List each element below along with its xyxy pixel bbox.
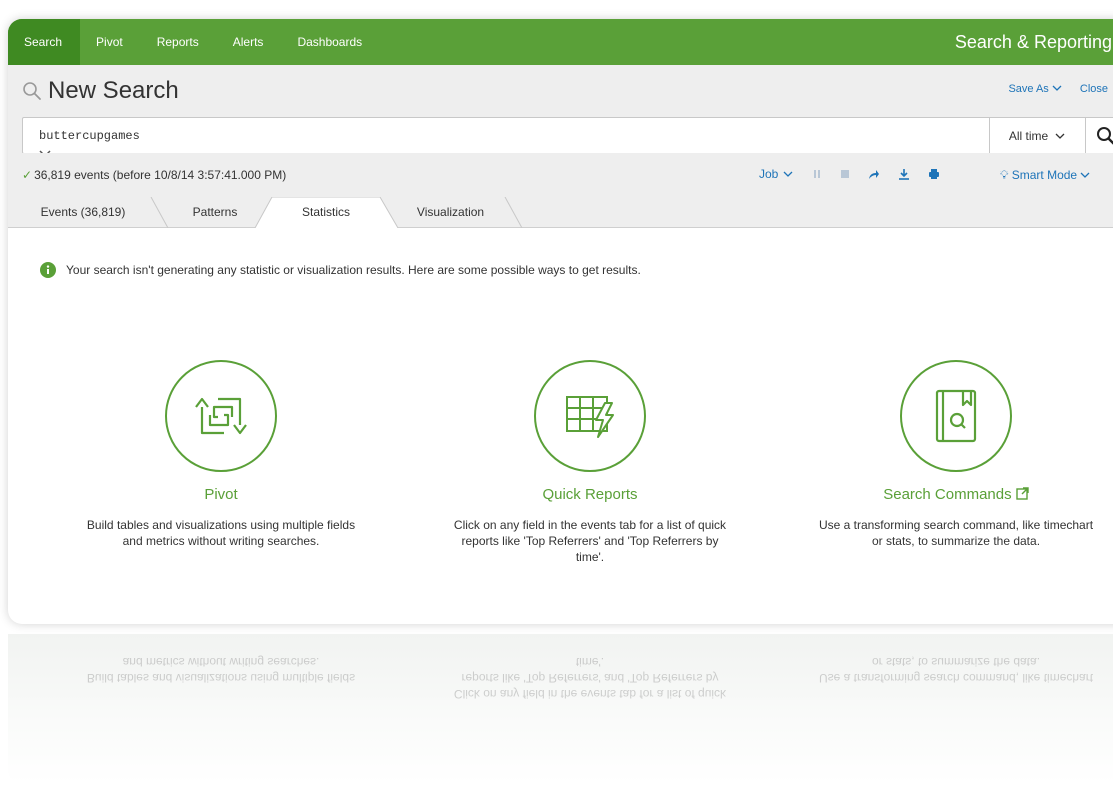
pivot-option: Pivot Build tables and visualizations us… <box>81 359 361 549</box>
nav-search[interactable]: Search <box>8 19 81 65</box>
job-menu-button[interactable]: Job <box>759 167 794 181</box>
export-button[interactable] <box>898 168 910 180</box>
chevron-down-icon <box>1052 85 1062 91</box>
nav-reports[interactable]: Reports <box>141 19 217 65</box>
nav-dashboards[interactable]: Dashboards <box>281 19 380 65</box>
pivot-description: Build tables and visualizations using mu… <box>86 518 356 548</box>
search-input[interactable] <box>23 118 1015 153</box>
time-range-picker[interactable]: All time <box>989 118 1085 153</box>
job-toolbar: Job <box>759 167 940 181</box>
search-icon <box>1097 126 1113 145</box>
search-mode-label: Smart Mode <box>1011 168 1078 182</box>
pause-button[interactable] <box>812 169 822 179</box>
search-button[interactable] <box>1085 118 1113 153</box>
share-icon <box>869 170 880 179</box>
save-as-button[interactable]: Save As <box>1008 83 1062 95</box>
search-commands-label: Search Commands <box>883 486 1012 503</box>
job-label: Job <box>759 167 779 181</box>
tab-statistics[interactable]: Statistics <box>270 197 382 227</box>
search-commands-option: Search Commands Use a transforming searc… <box>816 359 1096 549</box>
pivot-link[interactable]: Pivot <box>81 486 361 503</box>
search-commands-link[interactable]: Search Commands <box>816 486 1096 503</box>
event-count-text: 36,819 events (before 10/8/14 3:57:41.00… <box>34 168 287 182</box>
window-reflection: Build tables and visualizations using mu… <box>8 634 1113 784</box>
chevron-down-icon <box>783 171 793 177</box>
share-button[interactable] <box>868 168 880 180</box>
magnifier-icon <box>23 82 41 100</box>
pause-icon <box>814 170 821 178</box>
search-header: New Search Save As Close All time <box>8 65 1113 154</box>
results-tabs: Events (36,819) Patterns Statistics Visu… <box>8 197 1113 228</box>
pivot-icon[interactable] <box>164 359 278 473</box>
quick-reports-link[interactable]: Quick Reports <box>450 486 730 503</box>
quick-reports-option: Quick Reports Click on any field in the … <box>450 359 730 565</box>
pivot-description-reflection: Build tables and visualizations using mu… <box>86 655 356 685</box>
external-link-icon <box>1016 487 1029 500</box>
tab-visualization[interactable]: Visualization <box>388 197 513 227</box>
nav-pivot[interactable]: Pivot <box>80 19 141 65</box>
search-commands-description-reflection: Use a transforming search command, like … <box>818 655 1094 685</box>
time-range-label: All time <box>1008 128 1049 143</box>
quick-reports-description-reflection: Click on any field in the events tab for… <box>453 655 727 701</box>
search-commands-description: Use a transforming search command, like … <box>818 518 1094 548</box>
print-button[interactable] <box>928 168 940 180</box>
check-icon: ✓ <box>22 168 33 182</box>
header-actions: Save As Close <box>1008 83 1108 95</box>
search-commands-icon[interactable] <box>899 359 1013 473</box>
no-results-notice: Your search isn't generating any statist… <box>40 262 641 278</box>
chevron-down-icon <box>1080 172 1090 178</box>
nav-alerts[interactable]: Alerts <box>217 19 282 65</box>
search-bar: All time <box>22 117 1113 154</box>
event-count-status: ✓ 36,819 events (before 10/8/14 3:57:41.0… <box>22 168 286 182</box>
print-icon <box>929 169 940 179</box>
app-title: Search & Reporting <box>954 32 1112 52</box>
tab-patterns[interactable]: Patterns <box>166 197 264 227</box>
export-icon <box>899 169 910 180</box>
notice-text: Your search isn't generating any statist… <box>66 263 641 277</box>
app-bar: Search Pivot Reports Alerts Dashboards S… <box>8 19 1113 65</box>
bulb-icon: 💡︎ <box>1000 168 1009 182</box>
stop-icon <box>841 170 850 178</box>
save-as-label: Save As <box>1008 83 1049 95</box>
close-button[interactable]: Close <box>1080 83 1108 95</box>
search-mode-button[interactable]: 💡︎ Smart Mode <box>1000 168 1090 183</box>
info-icon <box>40 262 56 278</box>
page-title-text: New Search <box>48 77 179 104</box>
stop-button[interactable] <box>840 169 850 179</box>
quick-reports-description: Click on any field in the events tab for… <box>453 518 727 564</box>
job-status-bar: ✓ 36,819 events (before 10/8/14 3:57:41.0… <box>8 153 1113 198</box>
quick-reports-icon[interactable] <box>533 359 647 473</box>
chevron-down-icon <box>1055 133 1065 139</box>
tab-events[interactable]: Events (36,819) <box>8 197 158 227</box>
search-window: Search Pivot Reports Alerts Dashboards S… <box>8 19 1113 624</box>
page-title: New Search <box>22 77 179 105</box>
